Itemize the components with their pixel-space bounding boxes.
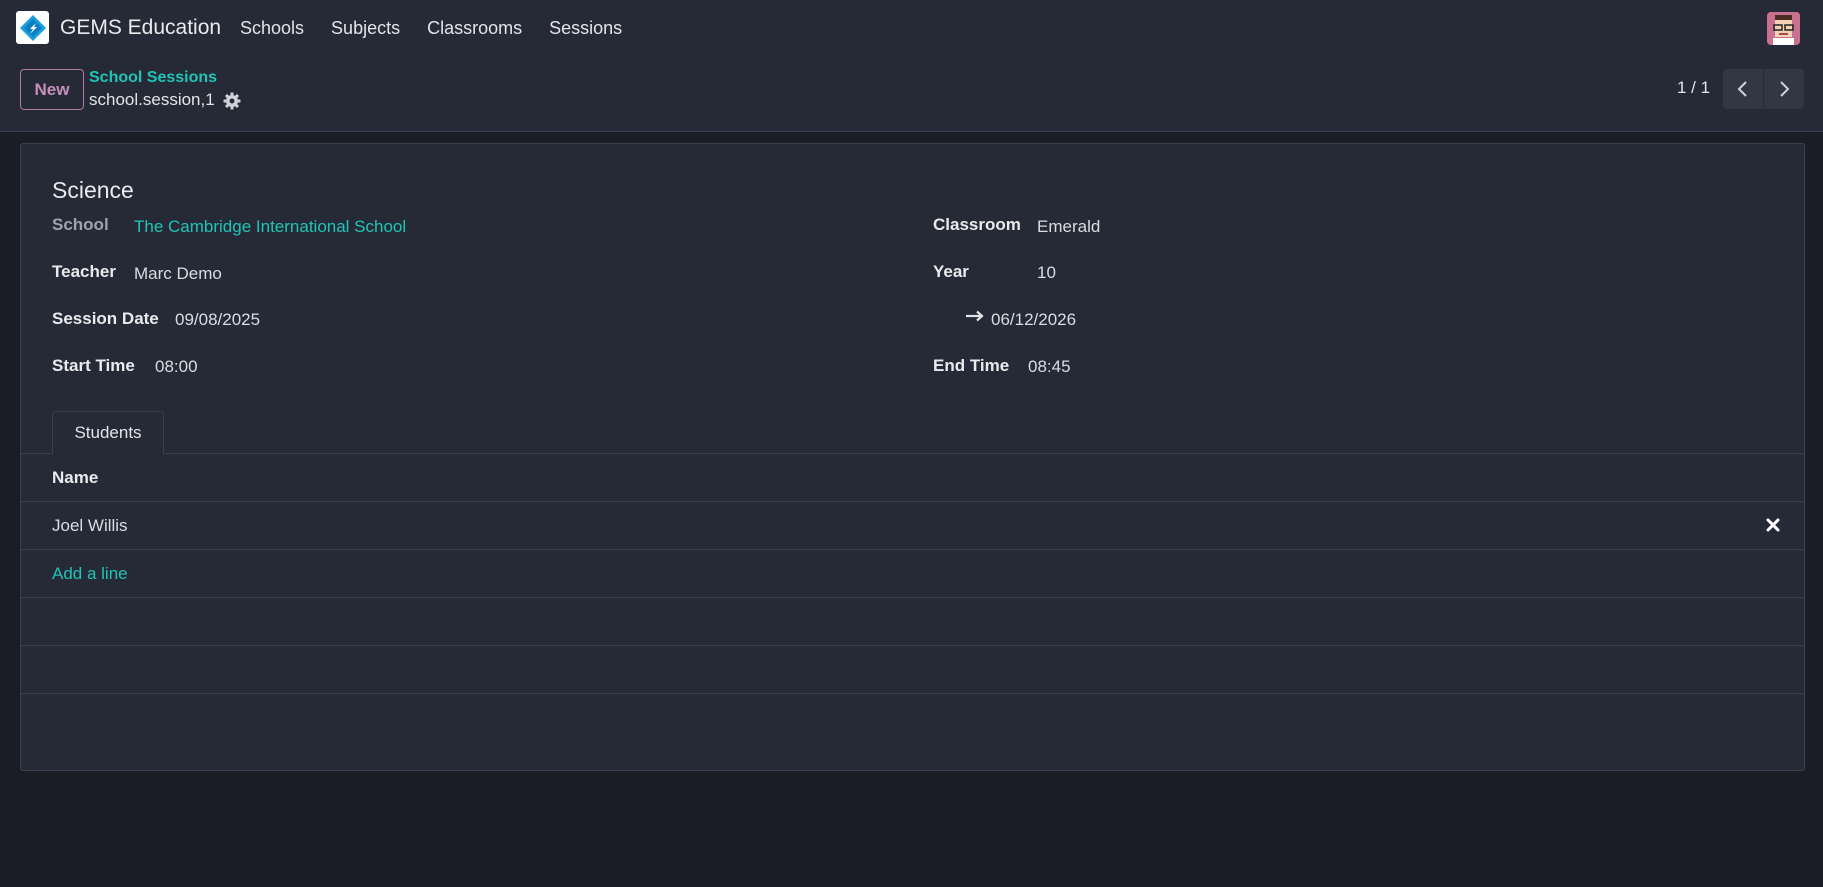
session-date-end-field[interactable]: 06/12/2026	[991, 310, 1076, 330]
school-field[interactable]: The Cambridge International School	[134, 217, 406, 237]
arrow-right-icon	[965, 309, 985, 323]
end-time-label: End Time	[933, 356, 1010, 375]
empty-row	[21, 646, 1804, 694]
add-line-link[interactable]: Add a line	[52, 564, 128, 584]
pager-next-button[interactable]	[1764, 69, 1804, 109]
classroom-label: Classroom	[933, 215, 1021, 234]
school-label: School	[52, 215, 109, 234]
year-label: Year	[933, 262, 969, 281]
student-name-cell[interactable]: Joel Willis	[52, 516, 128, 536]
classroom-field[interactable]: Emerald	[1037, 217, 1100, 237]
empty-row	[21, 598, 1804, 646]
pager-value[interactable]: 1 / 1	[1677, 78, 1710, 98]
user-avatar[interactable]	[1767, 12, 1800, 45]
breadcrumb-parent[interactable]: School Sessions	[89, 69, 217, 87]
table-row[interactable]: Joel Willis	[21, 502, 1804, 550]
year-field[interactable]: 10	[1037, 263, 1056, 283]
form-sheet: Science School The Cambridge Internation…	[20, 143, 1805, 771]
tab-students[interactable]: Students	[52, 411, 164, 455]
start-time-label: Start Time	[52, 356, 135, 375]
close-x-icon[interactable]	[1765, 517, 1781, 533]
menu-item-subjects[interactable]: Subjects	[331, 18, 400, 39]
notebook-tabs: Students	[21, 411, 1804, 455]
end-time-field[interactable]: 08:45	[1028, 357, 1071, 377]
menu-item-classrooms[interactable]: Classrooms	[427, 18, 522, 39]
top-navbar: GEMS Education Schools Subjects Classroo…	[0, 0, 1823, 58]
menu-item-schools[interactable]: Schools	[240, 18, 304, 39]
add-line-row: Add a line	[21, 550, 1804, 598]
gear-icon[interactable]	[222, 91, 242, 111]
gems-logo-icon[interactable]	[16, 11, 49, 44]
new-button[interactable]: New	[20, 69, 84, 110]
start-time-field[interactable]: 08:00	[155, 357, 198, 377]
menu-item-sessions[interactable]: Sessions	[549, 18, 622, 39]
app-name[interactable]: GEMS Education	[60, 16, 221, 40]
pager-previous-button[interactable]	[1723, 69, 1763, 109]
list-header: Name	[21, 454, 1804, 502]
session-date-start-field[interactable]: 09/08/2025	[175, 310, 260, 330]
teacher-field[interactable]: Marc Demo	[134, 264, 222, 284]
main-menu: Schools Subjects Classrooms Sessions	[240, 18, 649, 39]
teacher-label: Teacher	[52, 262, 116, 281]
session-date-label: Session Date	[52, 309, 159, 328]
column-header-name[interactable]: Name	[52, 468, 98, 488]
chevron-right-icon	[1780, 81, 1790, 97]
chevron-left-icon	[1737, 81, 1747, 97]
breadcrumb-current: school.session,1	[89, 90, 215, 109]
control-panel: New School Sessions school.session,1 1 /…	[0, 58, 1823, 132]
record-title[interactable]: Science	[52, 177, 134, 204]
